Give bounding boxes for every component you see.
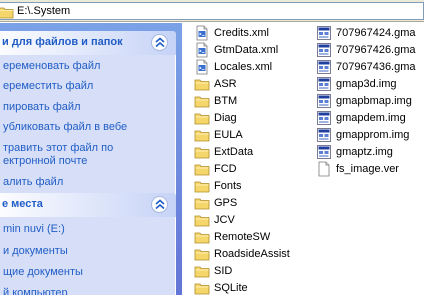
task-rename-file[interactable]: еременовать файл	[3, 59, 100, 73]
ver-file-icon	[316, 161, 332, 177]
place-shared-documents[interactable]: щие документы	[3, 265, 83, 279]
task-move-file[interactable]: ереместить файл	[3, 79, 93, 93]
folder-icon	[194, 229, 210, 245]
item-label: gmaptz.img	[336, 146, 393, 158]
item-label: 707967426.gma	[336, 44, 416, 56]
item-label: gmapprom.img	[336, 129, 410, 141]
item-label: SQLite	[214, 282, 248, 294]
item-label: RemoteSW	[214, 231, 271, 243]
folder-icon	[194, 263, 210, 279]
task-email-file-line2[interactable]: ектронной почте	[3, 154, 87, 168]
folder-icon	[194, 212, 210, 228]
item-label: SID	[214, 265, 233, 277]
folder-icon	[194, 280, 210, 295]
item-label: 707967436.gma	[336, 61, 416, 73]
task-pane: и для файлов и папок еременовать файл ер…	[0, 23, 182, 295]
address-path: E:\.System	[17, 5, 71, 17]
item-label: GtmData.xml	[214, 44, 279, 56]
gma-file-icon	[316, 42, 332, 58]
folder-icon	[194, 161, 210, 177]
folder-icon	[194, 93, 210, 109]
task-email-file[interactable]: травить этот файл по	[3, 141, 113, 155]
folder-icon	[194, 195, 210, 211]
task-publish-file[interactable]: убликовать файл в вебе	[3, 120, 127, 134]
item-label: 707967424.gma	[336, 27, 416, 39]
item-label: ExtData	[214, 146, 254, 158]
chevron-up-icon	[155, 199, 165, 210]
item-label: Fonts	[214, 180, 242, 192]
img-file-icon	[316, 93, 332, 109]
chevron-up-icon	[155, 37, 165, 48]
item-label: fs_image.ver	[336, 163, 399, 175]
item-label: gmapbmap.img	[336, 95, 412, 107]
place-my-computer[interactable]: й компьютер	[3, 286, 68, 295]
xml-file-icon	[194, 42, 210, 58]
folder-icon	[194, 76, 210, 92]
gma-file-icon	[316, 59, 332, 75]
file-list: Credits.xml GtmData.xml Locales.xml ASR BTM D…	[182, 23, 424, 295]
folder-icon	[194, 110, 210, 126]
other-places-header[interactable]: е места	[0, 193, 176, 217]
item-label: FCD	[214, 163, 237, 175]
place-my-documents[interactable]: и документы	[3, 244, 68, 258]
xml-file-icon	[194, 59, 210, 75]
item-label: EULA	[214, 129, 243, 141]
img-file-icon	[316, 144, 332, 160]
collapse-other-places-button[interactable]	[151, 196, 168, 213]
task-delete-file[interactable]: алить файл	[3, 175, 63, 189]
item-label: BTM	[214, 95, 238, 107]
item-label: RoadsideAssist	[214, 248, 290, 260]
place-drive-e[interactable]: min nuvi (E:)	[3, 222, 65, 236]
folder-icon	[194, 246, 210, 262]
item-label: Credits.xml	[214, 27, 270, 39]
xml-file-icon	[194, 25, 210, 41]
item-label: gmap3d.img	[336, 78, 397, 90]
item-label: Locales.xml	[214, 61, 273, 73]
address-field[interactable]: E:\.System	[0, 2, 424, 20]
img-file-icon	[316, 110, 332, 126]
img-file-icon	[316, 76, 332, 92]
folder-icon	[194, 144, 210, 160]
file-tasks-title: и для файлов и папок	[2, 36, 123, 48]
item-label: JCV	[214, 214, 235, 226]
file-tasks-header[interactable]: и для файлов и папок	[0, 31, 176, 55]
item-label: GPS	[214, 197, 238, 209]
other-places-list: min nuvi (E:) и документы щие документы …	[0, 217, 176, 295]
address-bar: E:\.System	[0, 0, 424, 22]
file-tasks-list: еременовать файл ереместить файл пироват…	[0, 55, 176, 207]
item-label: ASR	[214, 78, 237, 90]
gma-file-icon	[316, 25, 332, 41]
folder-icon	[194, 127, 210, 143]
item-label: gmapdem.img	[336, 112, 406, 124]
folder-icon	[194, 178, 210, 194]
collapse-file-tasks-button[interactable]	[151, 34, 168, 51]
item-label: Diag	[214, 112, 237, 124]
img-file-icon	[316, 127, 332, 143]
other-places-title: е места	[2, 198, 43, 210]
folder-icon	[0, 5, 14, 22]
explorer-window: E:\.System и для файлов и папок еременов…	[0, 0, 424, 295]
task-copy-file[interactable]: пировать файл	[3, 100, 81, 114]
